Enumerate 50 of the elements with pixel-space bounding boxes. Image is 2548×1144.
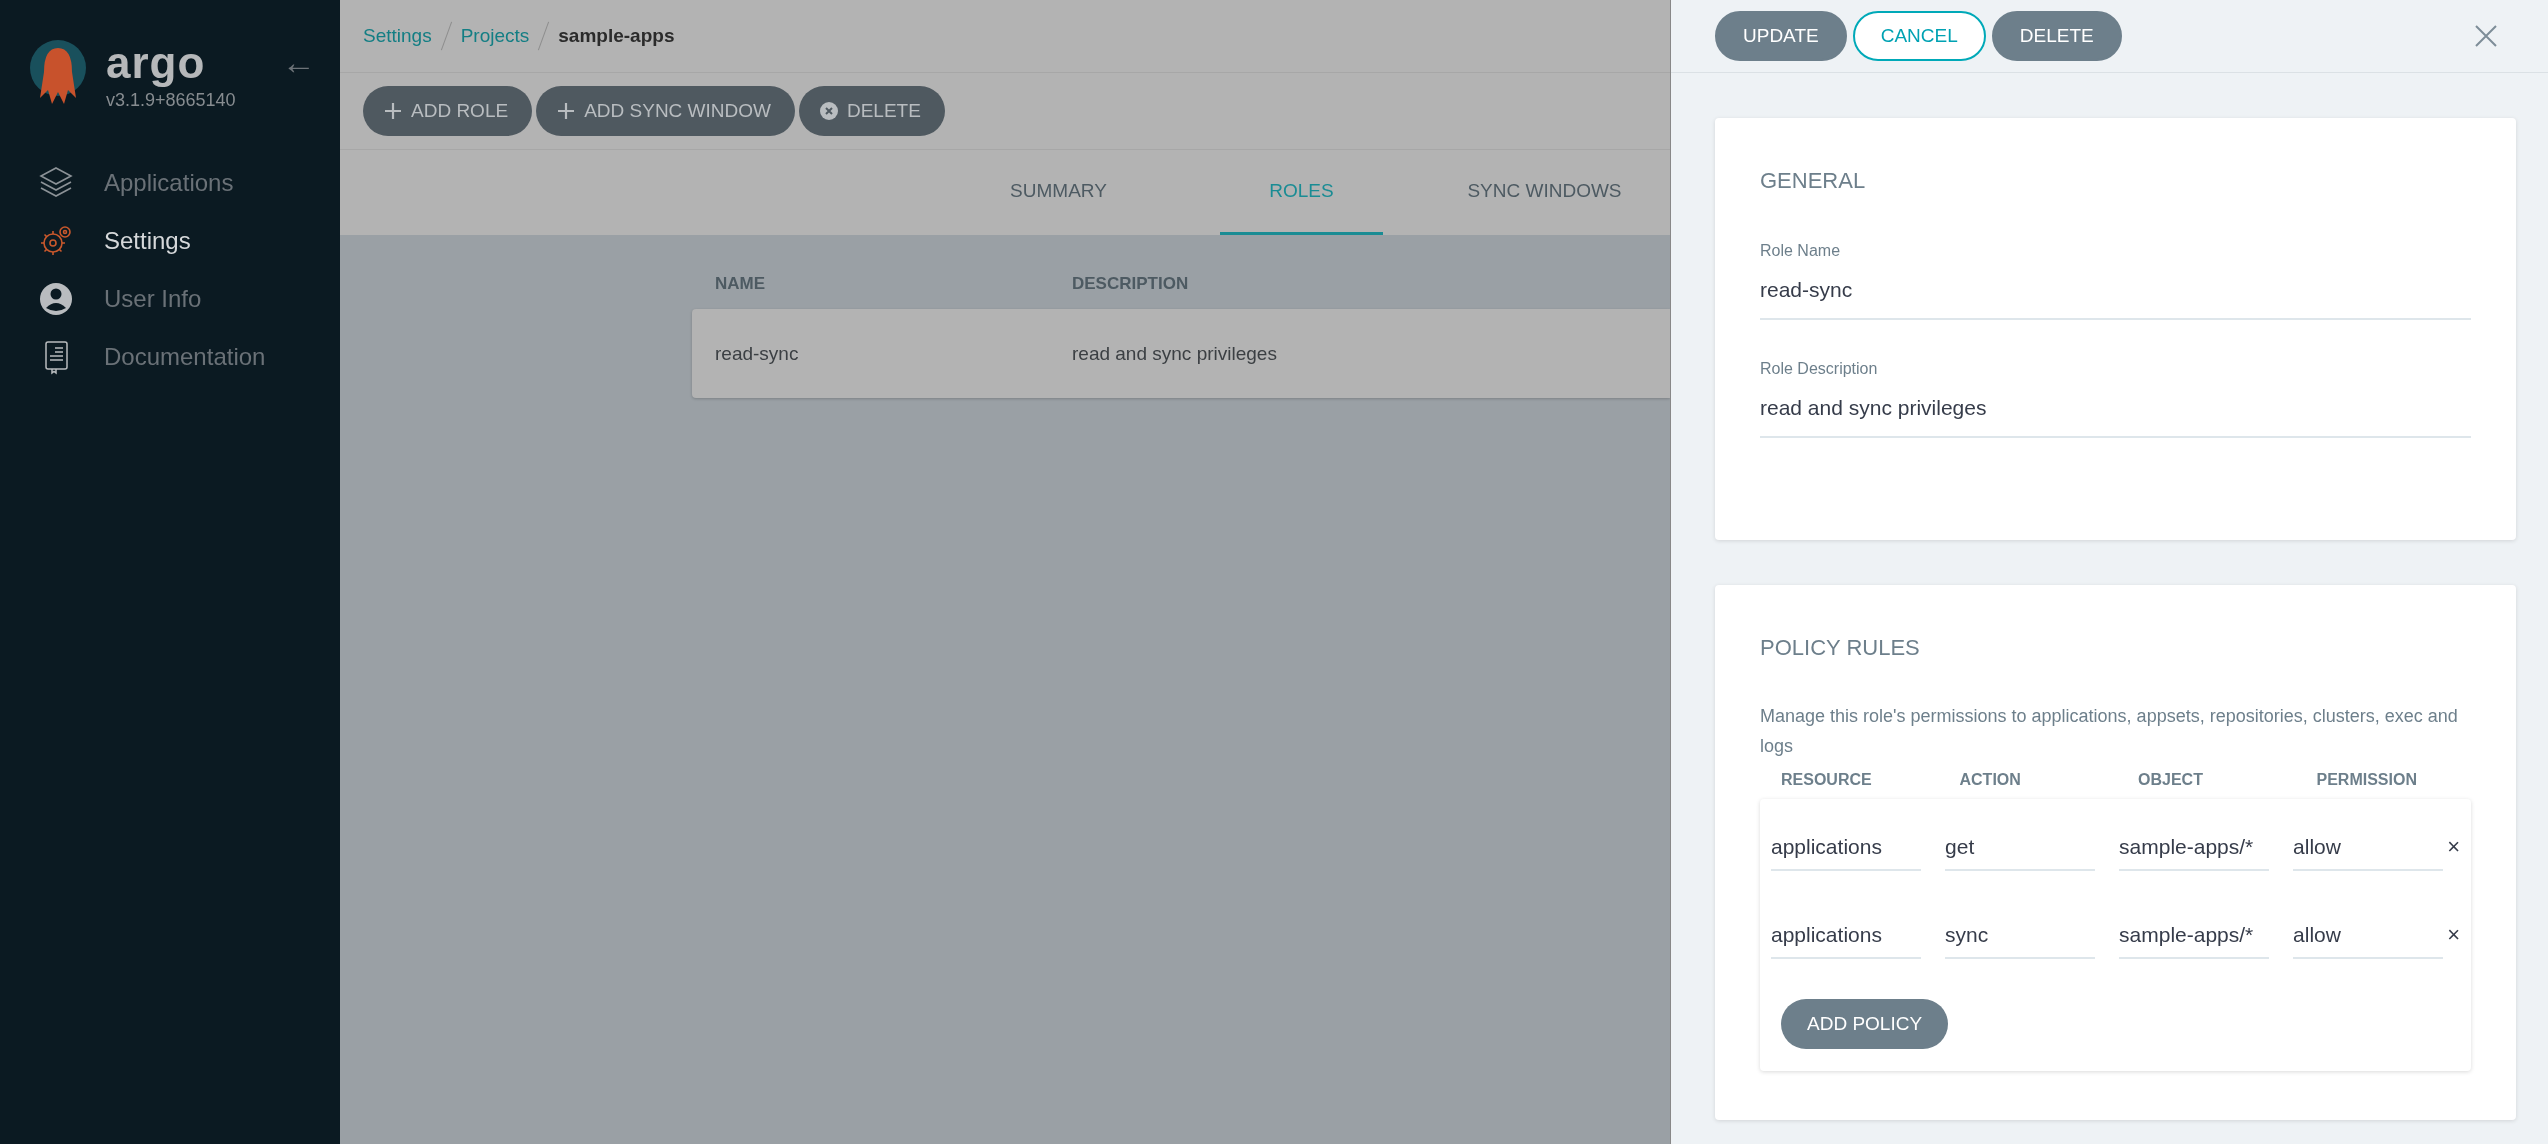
input-field[interactable]: sample-apps/* [2119, 823, 2270, 871]
remove-button[interactable]: × [2447, 834, 2460, 860]
toolbar-button[interactable]: ADD SYNC WINDOW [536, 86, 795, 136]
toolbar-button[interactable]: DELETE [798, 86, 945, 136]
remove-icon [818, 101, 839, 121]
collapse-arrow[interactable]: ← [281, 42, 316, 82]
toolbar-button[interactable]: ADD ROLE [363, 86, 533, 136]
breadcrumb-current: sample-apps [558, 25, 675, 47]
input-field[interactable]: read and sync privileges [1760, 378, 2471, 438]
input-field[interactable]: allow [2293, 823, 2444, 871]
column-header: RESOURCE [1781, 771, 1873, 789]
input-field[interactable]: allow [2293, 911, 2444, 959]
add-policy-button[interactable]: ADD POLICY [1781, 999, 1949, 1049]
input-field[interactable]: sync [1945, 911, 2096, 959]
column-header: ACTION [1959, 771, 2022, 789]
nav-item[interactable]: Settings [104, 227, 191, 255]
table-cell-text: read-sync [714, 342, 800, 365]
tab[interactable]: SUMMARY [977, 150, 1140, 235]
panel-button[interactable]: UPDATE [1715, 11, 1847, 61]
breadcrumb-link[interactable]: Settings [363, 25, 432, 47]
input-field[interactable]: applications [1771, 911, 1922, 959]
tab[interactable]: SYNC WINDOWS [1463, 150, 1626, 235]
column-header: DESCRIPTION [1072, 274, 1190, 294]
nav-item[interactable]: Documentation [104, 343, 266, 371]
nav-item[interactable]: Applications [104, 169, 234, 197]
column-header: OBJECT [2138, 771, 2204, 789]
input-field[interactable]: read-sync [1760, 260, 2471, 320]
plus-icon [556, 101, 577, 121]
remove-button[interactable]: × [2447, 922, 2460, 948]
section-title: POLICY RULES [1760, 635, 1921, 661]
plus-icon [383, 101, 403, 121]
column-header: NAME [714, 274, 767, 294]
version-text: v3.1.9+8665140 [106, 90, 236, 111]
outline-button[interactable]: CANCEL [1852, 11, 1986, 61]
panel-button[interactable]: DELETE [1991, 11, 2122, 61]
input-field[interactable]: applications [1771, 823, 1922, 871]
section-description: Manage this role's permissions to applications, appsets, repositories, clusters, exec and logs [1760, 705, 2459, 758]
input-field[interactable]: get [1945, 823, 2096, 871]
column-header: PERMISSION [2316, 771, 2418, 789]
close-icon[interactable] [2474, 24, 2498, 48]
section-title: GENERAL [1760, 168, 1867, 194]
breadcrumb-link[interactable]: Projects [460, 25, 530, 47]
user-icon [38, 281, 74, 317]
input-field[interactable]: sample-apps/* [2119, 911, 2270, 959]
nav-item[interactable]: User Info [104, 285, 202, 313]
logo-text: argo [106, 38, 207, 88]
field-label: Role Description [1760, 360, 1879, 378]
role-row[interactable]: read-sync read and sync privileges [692, 309, 1670, 398]
field-label: Role Name [1760, 242, 1842, 260]
table-cell-text: read and sync privileges [1072, 342, 1278, 365]
